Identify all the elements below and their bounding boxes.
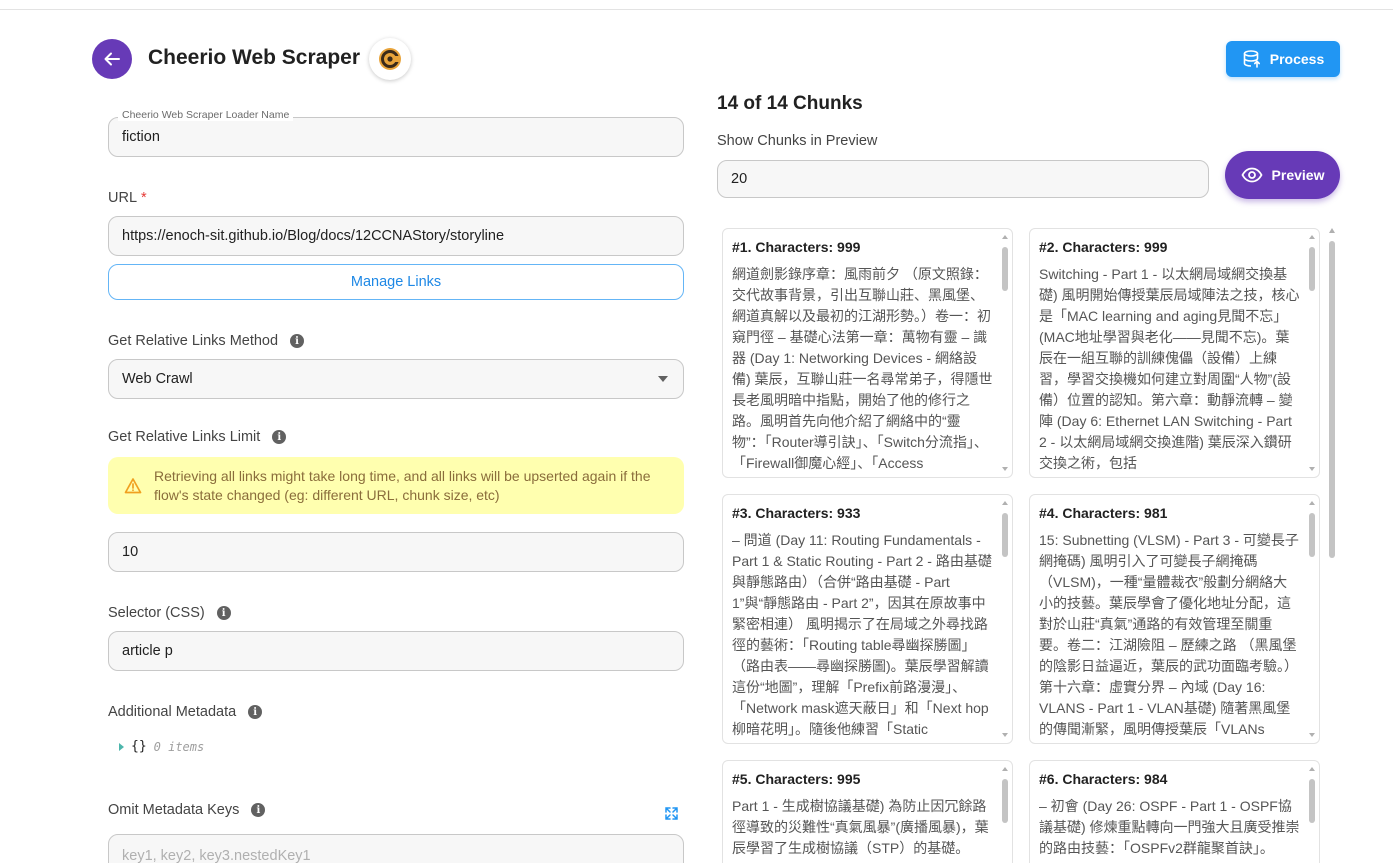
chunk-card: #5. Characters: 995 Part 1 - 生成樹協議基礎) 為防…: [722, 760, 1013, 863]
chunk-title: #1. Characters: 999: [732, 239, 861, 255]
loader-name-input[interactable]: fiction: [108, 117, 684, 157]
warning-icon: [124, 478, 142, 494]
cheerio-logo-icon: [369, 38, 411, 80]
chunk-scrollbar[interactable]: [1002, 501, 1008, 737]
omit-metadata-keys-input[interactable]: key1, key2, key3.nestedKey1: [108, 834, 684, 863]
preview-button[interactable]: Preview: [1225, 151, 1340, 199]
selector-value: article p: [122, 643, 173, 659]
chunk-scrollbar[interactable]: [1002, 235, 1008, 471]
required-mark: *: [141, 190, 147, 206]
chunk-text: Part 1 - 生成樹協議基礎) 為防止因冗餘路徑導致的災難性“真氣風暴”(廣…: [732, 798, 989, 856]
additional-metadata-label: Additional Metadata i: [108, 704, 263, 720]
relative-links-limit-label-text: Get Relative Links Limit: [108, 429, 261, 445]
relative-links-limit-value: 10: [122, 544, 139, 560]
chunk-text: – 問道 (Day 11: Routing Fundamentals - Par…: [732, 532, 992, 737]
show-chunks-value: 20: [731, 171, 748, 187]
relative-links-method-label-text: Get Relative Links Method: [108, 333, 279, 349]
selector-input[interactable]: article p: [108, 631, 684, 671]
top-divider: [0, 9, 1393, 10]
relative-links-method-select[interactable]: Web Crawl: [108, 359, 684, 399]
url-label: URL *: [108, 190, 147, 206]
caret-right-icon[interactable]: [119, 742, 124, 751]
chunks-scrollbar[interactable]: [1328, 228, 1336, 863]
chunks-count-title: 14 of 14 Chunks: [717, 93, 863, 114]
items-count: 0 items: [153, 739, 205, 754]
process-button[interactable]: Process: [1226, 41, 1340, 77]
relative-links-limit-input[interactable]: 10: [108, 532, 684, 572]
json-braces: {}: [131, 739, 147, 754]
additional-metadata-label-text: Additional Metadata: [108, 704, 237, 720]
info-icon[interactable]: i: [216, 606, 231, 620]
url-value: https://enoch-sit.github.io/Blog/docs/12…: [122, 228, 505, 244]
chunk-text: Switching - Part 1 - 以太網局域網交換基礎) 風明開始傳授葉…: [1039, 266, 1300, 471]
info-icon[interactable]: i: [248, 705, 263, 719]
chunk-text: 網道劍影錄序章：風雨前夕 （原文照錄：交代故事背景，引出互聯山莊、黑風堡、網道真…: [732, 266, 993, 471]
chunk-text: – 初會 (Day 26: OSPF - Part 1 - OSPF協議基礎) …: [1039, 798, 1300, 856]
loader-name-label: Cheerio Web Scraper Loader Name: [118, 109, 294, 121]
page-title: Cheerio Web Scraper: [148, 46, 361, 69]
chunk-text: 15: Subnetting (VLSM) - Part 3 - 可變長子網掩碼…: [1039, 532, 1299, 737]
show-chunks-label: Show Chunks in Preview: [717, 133, 878, 149]
metadata-json-tree[interactable]: {} 0 items: [119, 739, 204, 754]
preview-label: Preview: [1271, 167, 1325, 183]
omit-metadata-keys-placeholder: key1, key2, key3.nestedKey1: [122, 848, 311, 863]
info-icon[interactable]: i: [290, 334, 305, 348]
chunk-card: #3. Characters: 933 – 問道 (Day 11: Routin…: [722, 494, 1013, 744]
relative-links-limit-label: Get Relative Links Limit i: [108, 429, 287, 445]
url-input[interactable]: https://enoch-sit.github.io/Blog/docs/12…: [108, 216, 684, 256]
relative-links-method-value: Web Crawl: [122, 371, 193, 387]
chunk-scrollbar[interactable]: [1002, 767, 1008, 863]
chunk-card: #4. Characters: 981 15: Subnetting (VLSM…: [1029, 494, 1320, 744]
omit-metadata-keys-label: Omit Metadata Keys i: [108, 802, 266, 818]
chunk-title: #2. Characters: 999: [1039, 239, 1168, 255]
selector-label-text: Selector (CSS): [108, 605, 205, 621]
info-icon[interactable]: i: [272, 430, 287, 444]
warning-banner: Retrieving all links might take long tim…: [108, 457, 684, 514]
chevron-down-icon: [658, 376, 668, 382]
process-label: Process: [1269, 51, 1325, 67]
show-chunks-input[interactable]: 20: [717, 160, 1209, 198]
info-icon[interactable]: i: [251, 803, 266, 817]
chunk-title: #3. Characters: 933: [732, 505, 861, 521]
back-button[interactable]: [92, 39, 132, 79]
chunk-title: #5. Characters: 995: [732, 771, 861, 787]
omit-metadata-keys-label-text: Omit Metadata Keys: [108, 802, 240, 818]
eye-icon: [1241, 167, 1263, 183]
arrow-left-icon: [104, 52, 120, 66]
loader-name-value: fiction: [122, 129, 160, 145]
url-label-text: URL: [108, 190, 138, 206]
chunk-card: #6. Characters: 984 – 初會 (Day 26: OSPF -…: [1029, 760, 1320, 863]
chunk-title: #6. Characters: 984: [1039, 771, 1168, 787]
chunk-scrollbar[interactable]: [1309, 235, 1315, 471]
database-upload-icon: [1243, 50, 1260, 68]
chunk-card: #1. Characters: 999 網道劍影錄序章：風雨前夕 （原文照錄：交…: [722, 228, 1013, 478]
chunk-title: #4. Characters: 981: [1039, 505, 1168, 521]
manage-links-button[interactable]: Manage Links: [108, 264, 684, 300]
chunk-card: #2. Characters: 999 Switching - Part 1 -…: [1029, 228, 1320, 478]
warning-text: Retrieving all links might take long tim…: [154, 468, 651, 503]
chunk-scrollbar[interactable]: [1309, 767, 1315, 863]
chunk-scrollbar[interactable]: [1309, 501, 1315, 737]
relative-links-method-label: Get Relative Links Method i: [108, 333, 305, 349]
expand-icon[interactable]: [664, 806, 679, 821]
selector-label: Selector (CSS) i: [108, 605, 231, 621]
